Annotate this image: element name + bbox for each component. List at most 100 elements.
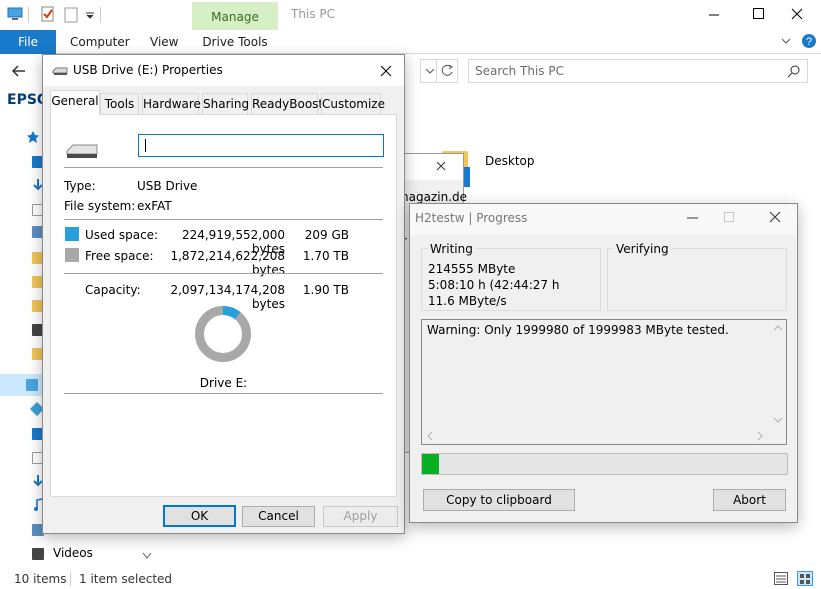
toolbar-divider xyxy=(28,7,29,23)
refresh-button[interactable] xyxy=(436,59,458,83)
search-placeholder: Search This PC xyxy=(475,64,564,78)
drive-letter-label: Drive E: xyxy=(199,376,248,390)
separator xyxy=(64,167,383,168)
dialog-titlebar: USB Drive (E:) Properties xyxy=(43,55,404,86)
tab-sharing[interactable]: Sharing xyxy=(202,93,249,114)
type-label: Type: xyxy=(64,179,96,193)
new-folder-icon[interactable] xyxy=(64,7,78,23)
progress-bar-fill xyxy=(422,454,439,474)
separator xyxy=(64,219,383,220)
tab-drive-tools[interactable]: Drive Tools xyxy=(192,30,278,54)
large-icons-view-icon[interactable] xyxy=(797,571,813,586)
free-space-label: Free space: xyxy=(85,249,154,263)
back-arrow-icon[interactable] xyxy=(11,64,27,78)
ribbon-tabs: File Computer View Drive Tools ? xyxy=(0,30,821,54)
cancel-button[interactable]: Cancel xyxy=(242,506,315,527)
usb-drive-title-icon xyxy=(52,65,68,77)
abort-button[interactable]: Abort xyxy=(713,489,786,511)
close-icon xyxy=(436,161,446,171)
help-icon[interactable]: ? xyxy=(801,33,817,49)
used-space-label: Used space: xyxy=(85,228,159,242)
writing-time: 5:08:10 h (42:44:27 h xyxy=(428,278,560,292)
dialog-title: USB Drive (E:) Properties xyxy=(73,63,223,77)
h2testw-titlebar: H2testw | Progress xyxy=(410,204,797,235)
verifying-group: Verifying xyxy=(607,242,787,311)
explorer-titlebar: Manage This PC xyxy=(0,0,821,30)
h2testw-progress-window: H2testw | Progress Writing 214555 MByte … xyxy=(409,203,798,523)
file-system-label: File system: xyxy=(64,199,136,213)
close-button[interactable] xyxy=(780,0,821,30)
tab-computer[interactable]: Computer xyxy=(70,30,130,54)
status-item-count: 10 items xyxy=(14,572,67,586)
tab-manage[interactable]: Manage xyxy=(192,2,278,30)
writing-speed: 11.6 MByte/s xyxy=(428,294,507,308)
minimize-button[interactable] xyxy=(692,0,736,30)
free-space-swatch xyxy=(65,248,79,262)
quick-access-star-icon[interactable] xyxy=(26,130,40,144)
toolbar-divider xyxy=(100,7,101,23)
status-selected: 1 item selected xyxy=(79,572,173,586)
capacity-size: 1.90 TB xyxy=(302,283,349,297)
close-icon xyxy=(769,211,781,223)
copy-to-clipboard-button[interactable]: Copy to clipboard xyxy=(423,489,575,511)
background-window-titlebar xyxy=(399,154,463,180)
minimize-button[interactable] xyxy=(675,204,711,232)
nav-item-videos-label[interactable]: Videos xyxy=(53,546,93,560)
maximize-button xyxy=(711,204,747,232)
properties-icon[interactable] xyxy=(40,6,56,22)
background-window-text: nagazin.de xyxy=(401,190,467,204)
h2testw-close-button[interactable] xyxy=(755,204,795,232)
log-textarea[interactable]: Warning: Only 1999980 of 1999983 MByte t… xyxy=(421,319,787,445)
folder-desktop-label[interactable]: Desktop xyxy=(485,154,535,168)
separator xyxy=(64,273,383,274)
status-bar: 10 items 1 item selected xyxy=(0,568,821,589)
horizontal-scrollbar[interactable] xyxy=(422,428,770,444)
file-system-value: exFAT xyxy=(137,199,172,213)
tab-customize[interactable]: Customize xyxy=(321,93,385,114)
text-caret xyxy=(145,139,146,152)
ok-button[interactable]: OK xyxy=(163,505,236,527)
used-space-swatch xyxy=(65,227,79,241)
this-pc-icon xyxy=(26,379,38,391)
tab-general[interactable]: General xyxy=(50,90,100,115)
vertical-scrollbar[interactable] xyxy=(770,320,786,428)
status-divider xyxy=(70,572,71,586)
computer-icon[interactable] xyxy=(7,7,23,21)
log-text: Warning: Only 1999980 of 1999983 MByte t… xyxy=(427,323,729,337)
capacity-label: Capacity: xyxy=(85,283,141,297)
close-icon xyxy=(380,65,392,76)
tab-readyboost[interactable]: ReadyBoost xyxy=(251,93,323,114)
verifying-group-title: Verifying xyxy=(614,242,671,256)
window-title: This PC xyxy=(291,7,335,21)
quick-access-dropdown-icon[interactable] xyxy=(85,11,95,19)
progress-bar xyxy=(421,453,788,475)
type-value: USB Drive xyxy=(137,179,198,193)
scroll-down-arrow-icon[interactable] xyxy=(142,552,152,560)
videos-nav-icon[interactable] xyxy=(32,548,44,560)
used-space-size: 209 GB xyxy=(304,228,349,242)
dialog-close-button[interactable] xyxy=(367,55,405,86)
tab-tools[interactable]: Tools xyxy=(100,93,139,114)
tab-view[interactable]: View xyxy=(150,30,178,54)
search-icon[interactable] xyxy=(787,64,801,78)
chevron-down-icon[interactable] xyxy=(780,36,792,46)
apply-button[interactable]: Apply xyxy=(323,506,398,527)
separator xyxy=(64,393,383,394)
general-tab-page: Type: USB Drive File system: exFAT Used … xyxy=(50,114,397,497)
search-input[interactable]: Search This PC xyxy=(468,59,808,83)
donut-free-ring xyxy=(195,306,251,362)
h2testw-title: H2testw | Progress xyxy=(415,211,528,225)
svg-text:?: ? xyxy=(806,36,812,48)
writing-group-title: Writing xyxy=(428,242,475,256)
writing-group: Writing 214555 MByte 5:08:10 h (42:44:27… xyxy=(421,242,601,311)
disk-usage-donut xyxy=(195,306,251,362)
drive-properties-dialog: USB Drive (E:) Properties General Tools … xyxy=(42,54,405,534)
maximize-button[interactable] xyxy=(736,0,780,30)
details-view-icon[interactable] xyxy=(774,572,788,585)
writing-amount: 214555 MByte xyxy=(428,262,516,276)
free-space-size: 1.70 TB xyxy=(302,249,349,263)
tab-hardware[interactable]: Hardware xyxy=(142,93,201,114)
drive-name-input[interactable] xyxy=(138,134,384,157)
tab-file[interactable]: File xyxy=(0,30,56,54)
usb-drive-icon xyxy=(65,141,99,161)
